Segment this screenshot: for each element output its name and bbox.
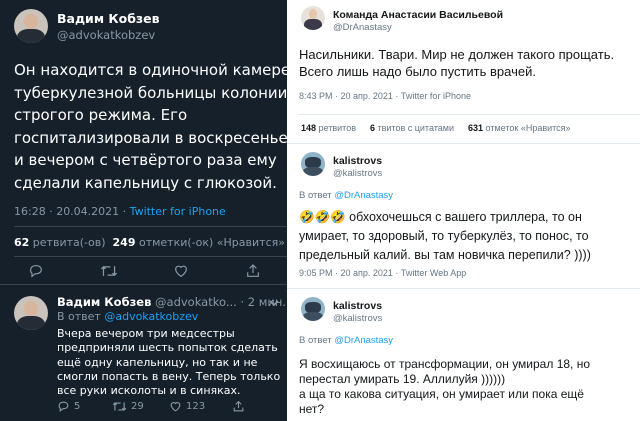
tweet-text-line: сделали капельницу с глюкозой. bbox=[14, 173, 277, 192]
avatar[interactable] bbox=[301, 297, 325, 321]
like-icon[interactable] bbox=[169, 400, 182, 413]
like-count: 123 bbox=[186, 401, 206, 412]
author-name[interactable]: kalistrovs bbox=[333, 300, 382, 312]
retweets-count[interactable]: 62 bbox=[14, 236, 29, 249]
tweet-text-line: Всего лишь надо было пустить врачей. bbox=[299, 64, 536, 79]
tweet-text-line: предприняли шесть попыток сделать bbox=[57, 341, 278, 355]
like-icon[interactable] bbox=[173, 263, 189, 279]
timestamp[interactable]: 9:05 PM · 20 апр. 2021 · Twitter Web App bbox=[299, 268, 466, 278]
avatar[interactable] bbox=[14, 9, 48, 43]
retweets-label[interactable]: ретвита(-ов) bbox=[29, 236, 112, 249]
reply-to-link[interactable]: @advokatkobzev bbox=[104, 310, 198, 323]
tweet-text-line: и вечером с четвёртого раза ему bbox=[14, 151, 277, 170]
author-handle[interactable]: @advokatko... · 2 мин. bbox=[155, 295, 286, 309]
tweet-text-line: Вчера вечером три медсестры bbox=[57, 327, 235, 340]
tweet-stats: 62 ретвита(-ов) 249 отметки(-ок) «Нравит… bbox=[14, 236, 285, 249]
tweet-text-line: туберкулезной больницы колонии bbox=[14, 83, 288, 102]
quotes-label[interactable]: твитов с цитатами bbox=[375, 123, 455, 133]
tweet-text-line: перестал умирать 19. Аллилуйя )))))) bbox=[299, 372, 506, 386]
share-icon[interactable] bbox=[245, 263, 261, 279]
likes-count[interactable]: 249 bbox=[113, 236, 136, 249]
source-link[interactable]: Twitter for iPhone bbox=[130, 205, 226, 218]
emoji: 🤣🤣🤣 bbox=[299, 210, 346, 224]
author-handle[interactable]: @DrAnastasy bbox=[333, 22, 392, 33]
reply-count: 5 bbox=[74, 401, 81, 412]
retweet-icon[interactable] bbox=[100, 263, 118, 279]
author-name[interactable]: Вадим Кобзев bbox=[57, 11, 160, 26]
share-icon[interactable] bbox=[232, 400, 245, 413]
author-handle[interactable]: @advokatkobzev bbox=[57, 28, 155, 42]
right-screenshot-panel: Команда Анастасии Васильевой @DrAnastasy… bbox=[287, 0, 640, 421]
tweet-stats: 148 ретвитов 6 твитов с цитатами 631 отмет… bbox=[301, 123, 571, 133]
retweet-icon[interactable] bbox=[112, 400, 127, 413]
author-handle[interactable]: @kalistrovs bbox=[333, 168, 382, 179]
divider bbox=[287, 143, 640, 144]
retweets-label[interactable]: ретвитов bbox=[316, 123, 356, 133]
reply-icon[interactable] bbox=[28, 263, 44, 279]
author-name[interactable]: kalistrovs bbox=[333, 155, 382, 167]
author-name[interactable]: Вадим Кобзев bbox=[57, 295, 151, 309]
reply-to-link[interactable]: @DrAnastasy bbox=[334, 190, 393, 201]
tweet-text-line: нет? bbox=[299, 402, 325, 416]
likes-label[interactable]: отметок «Нравится» bbox=[483, 123, 571, 133]
tweet-text-line: Насильники. Твари. Мир не должен такого … bbox=[299, 47, 615, 62]
tweet-text: Я восхищаюсь от трансформации, он умирал… bbox=[299, 357, 639, 417]
chevron-down-icon[interactable] bbox=[268, 298, 280, 308]
likes-label[interactable]: отметки(-ок) «Нравится» bbox=[135, 236, 285, 249]
reply-context: В ответ @DrAnastasy bbox=[299, 335, 393, 346]
avatar[interactable] bbox=[301, 6, 325, 30]
reply-icon[interactable] bbox=[57, 400, 70, 413]
tweet-text-line: Он находится в одиночной камере bbox=[14, 61, 291, 79]
author-name[interactable]: Команда Анастасии Васильевой bbox=[333, 9, 503, 21]
retweet-count: 29 bbox=[131, 401, 144, 412]
retweets-count[interactable]: 148 bbox=[301, 123, 316, 133]
tweet-text-line: обхохочешься с вашего триллера, то он bbox=[345, 210, 582, 224]
likes-count[interactable]: 631 bbox=[468, 123, 483, 133]
avatar[interactable] bbox=[301, 152, 325, 176]
divider bbox=[14, 256, 287, 257]
tweet-text-line: предельный калий. вы там новичка перепил… bbox=[299, 248, 591, 262]
avatar[interactable] bbox=[14, 296, 48, 330]
tweet-text-line: строгого режима. Его bbox=[14, 106, 188, 125]
reply-text: Вчера вечером три медсестры предприняли … bbox=[57, 327, 285, 398]
timestamp[interactable]: 16:28 · 20.04.2021 · bbox=[14, 205, 130, 218]
tweet-text-line: Я восхищаюсь от трансформации, он умирал… bbox=[299, 357, 591, 371]
divider bbox=[287, 288, 640, 289]
tweet-text: Насильники. Твари. Мир не должен такого … bbox=[299, 46, 639, 80]
tweet-text-line: смогли попасть в вену. Теперь только bbox=[57, 369, 281, 383]
divider bbox=[14, 226, 287, 227]
tweet-text-line: госпитализировали в воскресенье bbox=[14, 128, 288, 147]
reply-context: В ответ @advokatkobzev bbox=[57, 310, 198, 323]
tweet-text-first-line: 🤣🤣🤣 обхохочешься с вашего триллера, то о… bbox=[299, 208, 639, 227]
reply-prefix: В ответ bbox=[299, 190, 335, 201]
reply-to-link[interactable]: @DrAnastasy bbox=[334, 335, 393, 346]
tweet-text: Он находится в одиночной камере туберкул… bbox=[14, 59, 291, 195]
tweet-meta: 16:28 · 20.04.2021 · Twitter for iPhone bbox=[14, 205, 226, 218]
tweet-text-line: все руки исколоты и в синяках. bbox=[57, 384, 241, 398]
left-screenshot-panel: Вадим Кобзев @advokatkobzev Он находится… bbox=[0, 0, 291, 421]
divider bbox=[0, 284, 287, 285]
tweet-text-line: умирает, то здоровый, то туберкулёз, то … bbox=[299, 229, 589, 243]
reply-header: Вадим Кобзев @advokatko... · 2 мин. bbox=[57, 295, 286, 309]
reply-context: В ответ @DrAnastasy bbox=[299, 190, 393, 201]
reply-prefix: В ответ bbox=[57, 310, 105, 323]
tweet-text-line: ещё одну капельницу, но так и не bbox=[57, 355, 258, 369]
reply-prefix: В ответ bbox=[299, 335, 335, 346]
author-handle[interactable]: @kalistrovs bbox=[333, 313, 382, 324]
divider bbox=[299, 114, 640, 115]
tweet-text: 🤣🤣🤣 обхохочешься с вашего триллера, то о… bbox=[299, 208, 639, 265]
tweet-text-line: а ща то какова ситуация, он умирает или … bbox=[299, 387, 584, 401]
timestamp[interactable]: 8:43 PM · 20 апр. 2021 · Twitter for iPh… bbox=[299, 91, 471, 101]
